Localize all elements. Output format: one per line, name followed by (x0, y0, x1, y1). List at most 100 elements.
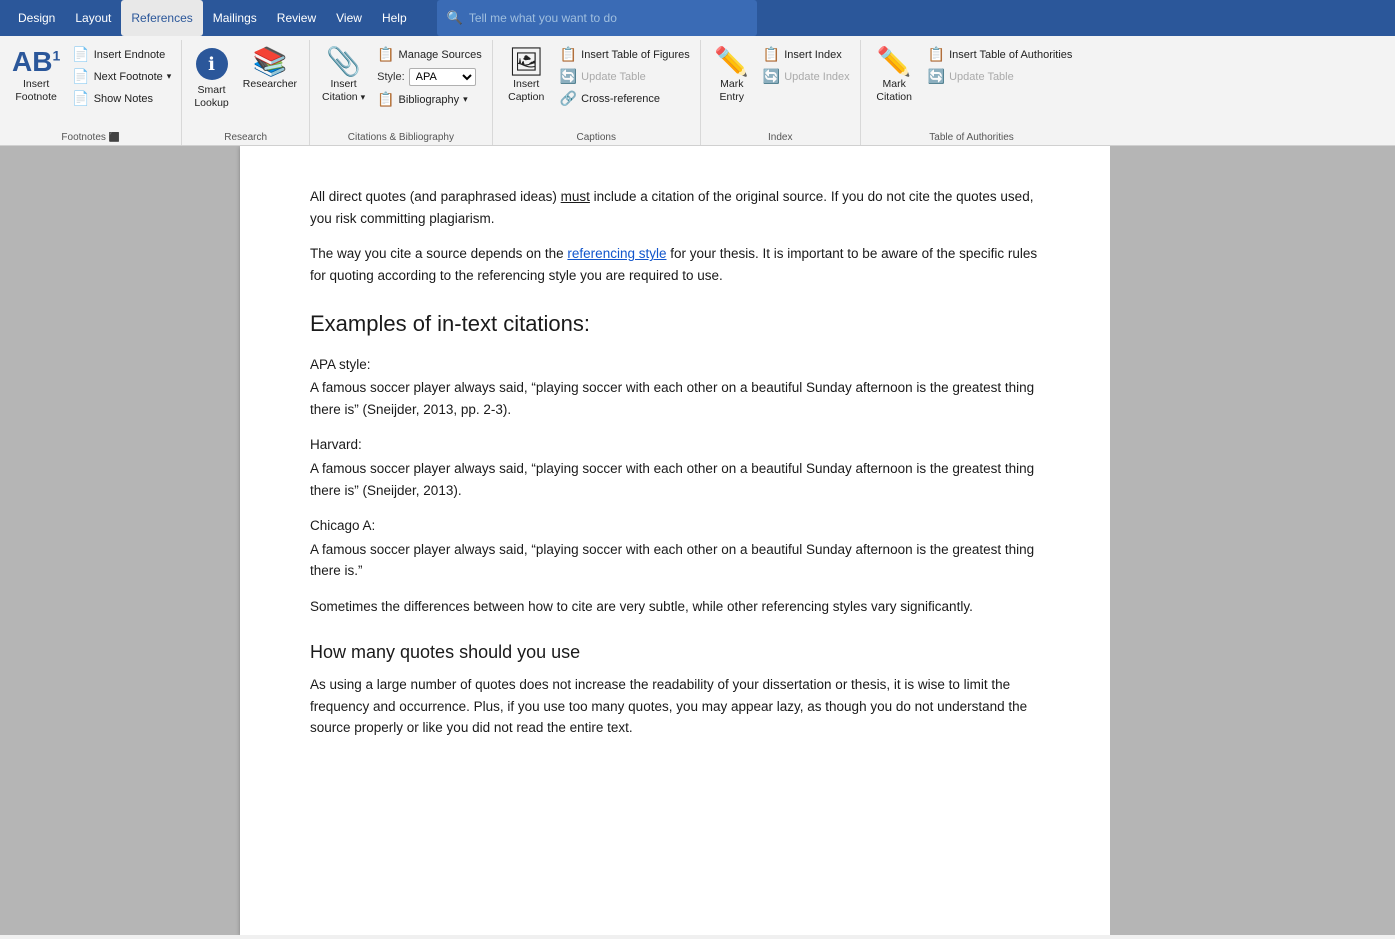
insert-index-label: Insert Index (784, 49, 841, 61)
manage-sources-label: Manage Sources (399, 49, 482, 61)
insert-index-icon: 📋 (763, 46, 780, 63)
style-label: Style: (377, 71, 405, 83)
menu-layout[interactable]: Layout (65, 0, 121, 36)
insert-table-authorities-button[interactable]: 📋 Insert Table of Authorities (924, 44, 1077, 65)
smart-lookup-label: SmartLookup (194, 84, 228, 109)
research-buttons: ℹ SmartLookup 📚 Researcher (188, 44, 303, 143)
researcher-button[interactable]: 📚 Researcher (237, 44, 303, 95)
insert-index-button[interactable]: 📋 Insert Index (759, 44, 854, 65)
search-icon: 🔍 (447, 10, 463, 26)
mark-citation-icon: ✏️ (877, 48, 912, 76)
next-footnote-icon: 📄 (72, 68, 89, 85)
menu-mailings[interactable]: Mailings (203, 0, 267, 36)
next-footnote-button[interactable]: 📄 Next Footnote ▾ (68, 66, 175, 87)
researcher-label: Researcher (243, 78, 297, 91)
insert-table-figures-icon: 📋 (560, 46, 577, 63)
index-group-label: Index (701, 132, 860, 143)
search-bar[interactable]: 🔍 (437, 0, 757, 36)
underline-must: must (561, 189, 590, 204)
bibliography-dropdown-icon: ▾ (463, 94, 468, 105)
insert-footnote-button[interactable]: AB1 InsertFootnote (6, 44, 66, 107)
referencing-style-link[interactable]: referencing style (567, 246, 666, 261)
smart-lookup-button[interactable]: ℹ SmartLookup (188, 44, 234, 113)
chicago-label: Chicago A: (310, 515, 1040, 537)
update-table-captions-icon: 🔄 (560, 68, 577, 85)
smart-lookup-icon: ℹ (196, 48, 228, 80)
insert-citation-button[interactable]: 📎 InsertCitation ▾ (316, 44, 371, 107)
update-index-button: 🔄 Update Index (759, 66, 854, 87)
heading-how-many: How many quotes should you use (310, 638, 1040, 667)
harvard-example: A famous soccer player always said, “pla… (310, 458, 1040, 501)
left-margin (0, 146, 240, 935)
style-row: Style: APA MLA Chicago Harvard (373, 66, 486, 88)
next-footnote-label: Next Footnote (94, 71, 163, 83)
apa-label: APA style: (310, 354, 1040, 376)
authorities-group-label: Table of Authorities (861, 132, 1083, 143)
ribbon-group-research: ℹ SmartLookup 📚 Researcher Research (182, 40, 310, 145)
app-body: All direct quotes (and paraphrased ideas… (0, 146, 1395, 935)
paragraph-differences: Sometimes the differences between how to… (310, 596, 1040, 618)
insert-endnote-button[interactable]: 📄 Insert Endnote (68, 44, 175, 65)
update-table-captions-label: Update Table (581, 71, 646, 83)
insert-caption-label: InsertCaption (508, 78, 544, 103)
manage-sources-icon: 📋 (377, 46, 394, 63)
citations-group-label: Citations & Bibliography (310, 132, 492, 143)
paragraph-1: All direct quotes (and paraphrased ideas… (310, 186, 1040, 229)
menu-references[interactable]: References (121, 0, 202, 36)
show-notes-icon: 📄 (72, 90, 89, 107)
mark-entry-icon: ✏️ (714, 48, 749, 76)
captions-group-label: Captions (493, 132, 700, 143)
authorities-buttons: ✏️ MarkCitation 📋 Insert Table of Author… (867, 44, 1077, 143)
footnotes-buttons: AB1 InsertFootnote 📄 Insert Endnote 📄 Ne… (6, 44, 175, 143)
ribbon-group-captions: 🖼 InsertCaption 📋 Insert Table of Figure… (493, 40, 701, 145)
insert-footnote-icon: AB1 (12, 48, 60, 76)
menu-bar: Design Layout References Mailings Review… (0, 0, 1395, 36)
mark-entry-button[interactable]: ✏️ MarkEntry (707, 44, 757, 107)
harvard-label: Harvard: (310, 434, 1040, 456)
next-footnote-dropdown-icon: ▾ (167, 71, 172, 82)
citations-small-buttons: 📋 Manage Sources Style: APA MLA Chicago … (373, 44, 486, 110)
bibliography-button[interactable]: 📋 Bibliography ▾ (373, 89, 486, 110)
index-buttons: ✏️ MarkEntry 📋 Insert Index 🔄 Update Ind… (707, 44, 854, 143)
footnotes-expand-icon[interactable]: ⬛ (109, 132, 120, 142)
captions-buttons: 🖼 InsertCaption 📋 Insert Table of Figure… (499, 44, 694, 143)
authorities-small-buttons: 📋 Insert Table of Authorities 🔄 Update T… (924, 44, 1077, 87)
insert-citation-icon: 📎 (326, 48, 361, 76)
menu-review[interactable]: Review (267, 0, 326, 36)
insert-table-of-figures-button[interactable]: 📋 Insert Table of Figures (556, 44, 694, 65)
ribbon: AB1 InsertFootnote 📄 Insert Endnote 📄 Ne… (0, 36, 1395, 146)
show-notes-label: Show Notes (94, 93, 153, 105)
ribbon-group-table-authorities: ✏️ MarkCitation 📋 Insert Table of Author… (861, 40, 1083, 145)
update-table-captions-button: 🔄 Update Table (556, 66, 694, 87)
ribbon-group-footnotes: AB1 InsertFootnote 📄 Insert Endnote 📄 Ne… (0, 40, 182, 145)
update-index-label: Update Index (784, 71, 849, 83)
manage-sources-button[interactable]: 📋 Manage Sources (373, 44, 486, 65)
footnotes-group-label: Footnotes ⬛ (0, 132, 181, 143)
ribbon-group-index: ✏️ MarkEntry 📋 Insert Index 🔄 Update Ind… (701, 40, 861, 145)
search-input[interactable] (469, 11, 747, 25)
insert-table-authorities-label: Insert Table of Authorities (949, 49, 1072, 61)
mark-citation-button[interactable]: ✏️ MarkCitation (867, 44, 922, 107)
menu-view[interactable]: View (326, 0, 372, 36)
insert-caption-button[interactable]: 🖼 InsertCaption (499, 44, 554, 107)
researcher-icon: 📚 (252, 48, 287, 76)
insert-table-figures-label: Insert Table of Figures (581, 49, 690, 61)
update-table-auth-icon: 🔄 (928, 68, 945, 85)
index-small-buttons: 📋 Insert Index 🔄 Update Index (759, 44, 854, 87)
cross-reference-button[interactable]: 🔗 Cross-reference (556, 88, 694, 109)
footnote-small-buttons: 📄 Insert Endnote 📄 Next Footnote ▾ 📄 Sho… (68, 44, 175, 109)
captions-small-buttons: 📋 Insert Table of Figures 🔄 Update Table… (556, 44, 694, 109)
insert-footnote-label: InsertFootnote (15, 78, 56, 103)
menu-design[interactable]: Design (8, 0, 65, 36)
document-page[interactable]: All direct quotes (and paraphrased ideas… (240, 146, 1110, 935)
style-select[interactable]: APA MLA Chicago Harvard (409, 68, 476, 86)
update-index-icon: 🔄 (763, 68, 780, 85)
show-notes-button[interactable]: 📄 Show Notes (68, 88, 175, 109)
paragraph-quotes-advice: As using a large number of quotes does n… (310, 674, 1040, 739)
insert-endnote-label: Insert Endnote (94, 49, 166, 61)
chicago-example: A famous soccer player always said, “pla… (310, 539, 1040, 582)
cross-reference-label: Cross-reference (581, 93, 660, 105)
menu-help[interactable]: Help (372, 0, 417, 36)
bibliography-label: Bibliography (399, 94, 460, 106)
apa-example: A famous soccer player always said, “pla… (310, 377, 1040, 420)
